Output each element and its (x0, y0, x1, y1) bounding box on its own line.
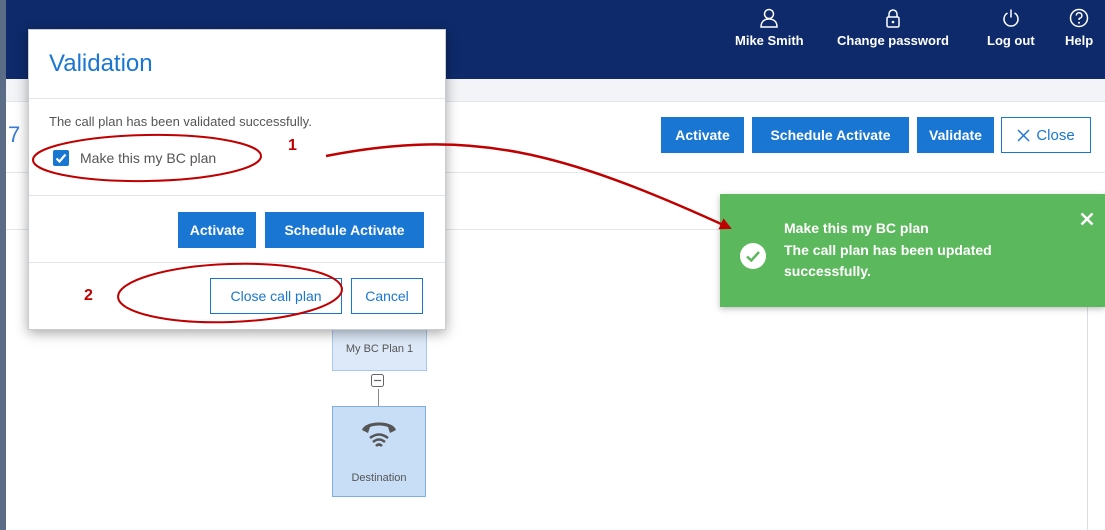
nav-user-label: Mike Smith (735, 33, 804, 48)
nav-change-password[interactable]: Change password (837, 8, 949, 48)
collapse-icon[interactable] (371, 374, 384, 387)
dialog-divider (29, 98, 445, 99)
help-icon (1069, 8, 1089, 28)
lock-icon (886, 9, 900, 28)
dialog-message: The call plan has been validated success… (49, 114, 312, 129)
success-check-icon (740, 243, 766, 269)
success-toast: Make this my BC plan The call plan has b… (720, 194, 1105, 307)
checkmark-icon (55, 153, 67, 164)
close-call-plan-button[interactable]: Close call plan (210, 278, 342, 314)
connector-line (378, 389, 379, 407)
dialog-divider (29, 195, 445, 196)
destination-node[interactable]: Destination (332, 406, 426, 497)
cancel-button[interactable]: Cancel (351, 278, 423, 314)
nav-user[interactable]: Mike Smith (735, 8, 804, 48)
dialog-title: Validation (49, 50, 153, 77)
validate-button[interactable]: Validate (917, 117, 994, 153)
close-icon (1017, 129, 1030, 141)
dialog-activate-button[interactable]: Activate (178, 212, 256, 248)
toast-message: The call plan has been updated successfu… (784, 242, 992, 279)
nav-logout-label: Log out (987, 33, 1035, 48)
toast-close-icon[interactable] (1080, 212, 1094, 226)
validation-dialog: Validation The call plan has been valida… (28, 29, 446, 330)
bc-plan-checkbox[interactable] (53, 150, 69, 166)
dialog-divider (29, 262, 445, 263)
annotation-step-2: 2 (84, 287, 93, 304)
destination-node-label: Destination (351, 472, 407, 484)
nav-logout[interactable]: Log out (987, 8, 1035, 48)
nav-help[interactable]: Help (1065, 8, 1093, 48)
activate-button[interactable]: Activate (661, 117, 744, 153)
nav-change-password-label: Change password (837, 33, 949, 48)
nav-help-label: Help (1065, 33, 1094, 48)
toast-title: Make this my BC plan (784, 220, 929, 236)
plan-node[interactable]: My BC Plan 1 (332, 327, 427, 371)
phone-icon (362, 422, 396, 447)
user-icon (760, 8, 779, 28)
plan-node-label: My BC Plan 1 (345, 343, 414, 355)
annotation-step-1: 1 (288, 137, 297, 154)
page-title-fragment: 7 (8, 122, 21, 147)
close-button[interactable]: Close (1001, 117, 1091, 153)
dialog-schedule-activate-button[interactable]: Schedule Activate (265, 212, 424, 248)
schedule-activate-button[interactable]: Schedule Activate (752, 117, 909, 153)
power-icon (1003, 9, 1019, 27)
close-button-label: Close (1036, 126, 1075, 144)
bc-plan-checkbox-label[interactable]: Make this my BC plan (80, 150, 216, 166)
